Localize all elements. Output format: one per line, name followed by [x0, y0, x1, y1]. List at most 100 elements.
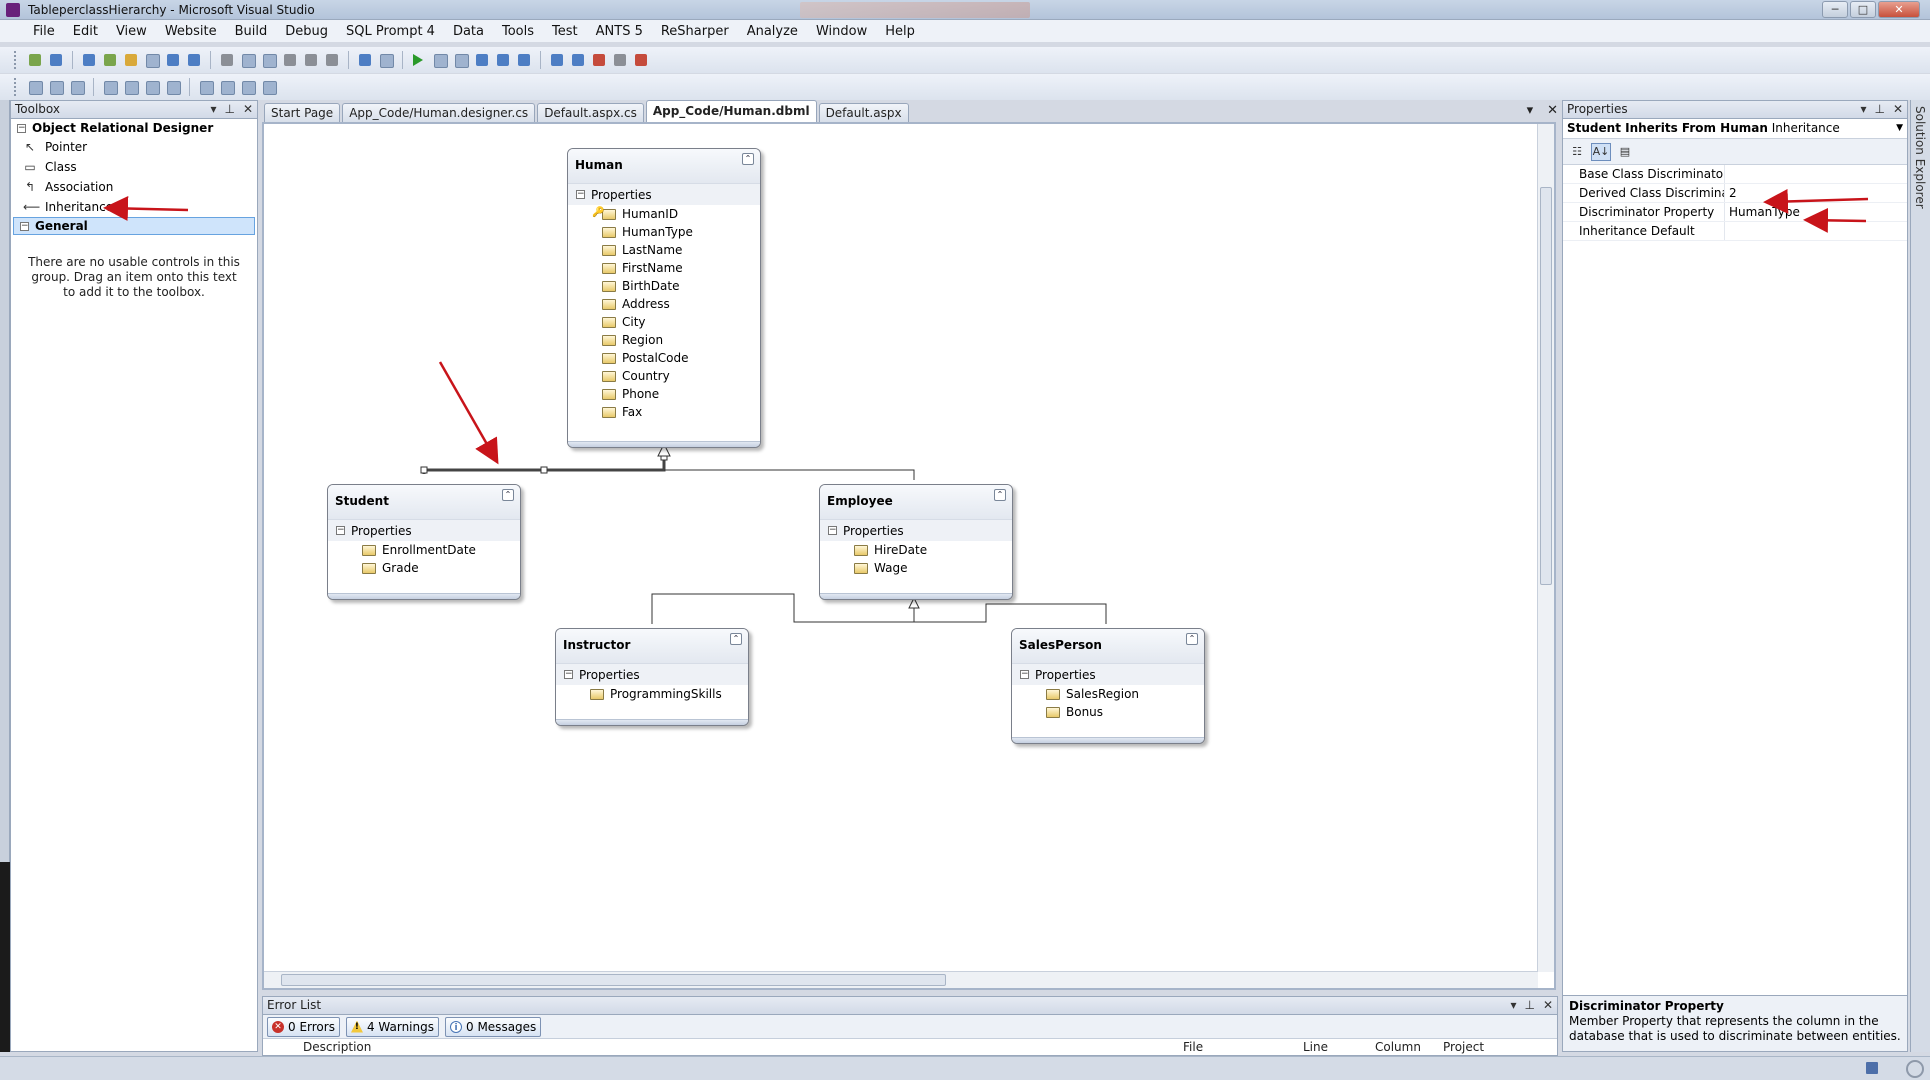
menu-edit[interactable]: Edit — [64, 24, 107, 39]
menu-help[interactable]: Help — [876, 24, 924, 39]
dbml-designer-surface[interactable]: Human ⌃ − Properties 🔑 HumanID HumanType … — [262, 122, 1556, 990]
entity-header[interactable]: Student ⌃ — [328, 485, 520, 519]
menu-test[interactable]: Test — [543, 24, 587, 39]
toolbox-icon[interactable] — [611, 51, 629, 69]
property-row[interactable]: Bonus — [1012, 703, 1204, 721]
property-row[interactable]: Wage — [820, 559, 1012, 577]
find-icon[interactable] — [281, 51, 299, 69]
same-height-icon[interactable] — [218, 78, 236, 96]
uncomment-icon[interactable] — [323, 51, 341, 69]
tab-start-page[interactable]: Start Page — [264, 103, 341, 122]
horizontal-scrollbar[interactable] — [264, 971, 1538, 988]
property-grid-value[interactable] — [1725, 222, 1729, 240]
entity-instructor[interactable]: Instructor ⌃ − Properties ProgrammingSki… — [555, 628, 749, 726]
save-icon[interactable] — [164, 51, 182, 69]
horizontal-scroll-thumb[interactable] — [281, 974, 946, 986]
column-column[interactable]: Column — [1375, 1040, 1421, 1054]
collapse-entity-icon[interactable]: ⌃ — [502, 489, 514, 501]
properties-dropdown-icon[interactable]: ▾ — [1860, 101, 1866, 118]
entity-salesperson[interactable]: SalesPerson ⌃ − Properties SalesRegion B… — [1011, 628, 1205, 744]
run-debug-icon[interactable] — [26, 51, 44, 69]
property-row[interactable]: Region — [568, 331, 760, 349]
property-row[interactable]: City — [568, 313, 760, 331]
toolbox-item-class[interactable]: ▭ Class — [11, 157, 257, 177]
menu-analyze[interactable]: Analyze — [738, 24, 807, 39]
new-project-icon[interactable] — [80, 51, 98, 69]
property-row[interactable]: LastName — [568, 241, 760, 259]
redo-icon[interactable] — [377, 51, 395, 69]
toolbox-group-general[interactable]: − General — [13, 217, 255, 235]
step-out-icon[interactable] — [515, 51, 533, 69]
align-bottoms-icon[interactable] — [164, 78, 182, 96]
step-over-icon[interactable] — [494, 51, 512, 69]
entity-student[interactable]: Student ⌃ − Properties EnrollmentDate Gr… — [327, 484, 521, 600]
errors-filter-button[interactable]: ✕ 0 Errors — [267, 1016, 340, 1037]
messages-filter-button[interactable]: i 0 Messages — [445, 1016, 542, 1037]
collapse-icon[interactable]: − — [828, 526, 837, 535]
align-lefts-icon[interactable] — [47, 78, 65, 96]
error-list-pin-icon[interactable]: ⊥ — [1524, 997, 1534, 1014]
selection-handle[interactable] — [420, 466, 428, 474]
collapse-entity-icon[interactable]: ⌃ — [742, 153, 754, 165]
property-grid-row[interactable]: Inheritance Default — [1563, 222, 1907, 241]
start-page-icon[interactable] — [632, 51, 650, 69]
property-grid-value[interactable]: 2 — [1725, 184, 1737, 202]
add-item-icon[interactable] — [143, 51, 161, 69]
properties-section[interactable]: − Properties — [568, 183, 760, 205]
property-row[interactable]: HumanType — [568, 223, 760, 241]
properties-section[interactable]: − Properties — [1012, 663, 1204, 685]
collapse-icon[interactable]: − — [17, 123, 26, 133]
column-project[interactable]: Project — [1443, 1040, 1484, 1054]
collapse-entity-icon[interactable]: ⌃ — [994, 489, 1006, 501]
close-window-button[interactable]: ✕ — [1878, 1, 1920, 18]
toolbox-item-pointer[interactable]: ↖ Pointer — [11, 137, 257, 157]
solution-explorer-icon[interactable] — [548, 51, 566, 69]
collapse-icon[interactable]: − — [1020, 670, 1029, 679]
entity-header[interactable]: Employee ⌃ — [820, 485, 1012, 519]
property-pages-icon[interactable]: ▤ — [1615, 143, 1635, 161]
copy-icon[interactable] — [239, 51, 257, 69]
chevron-down-icon[interactable]: ▼ — [1896, 119, 1903, 138]
property-row[interactable]: Phone — [568, 385, 760, 403]
collapse-entity-icon[interactable]: ⌃ — [730, 633, 742, 645]
menu-build[interactable]: Build — [226, 24, 277, 39]
horizontal-spacing-icon[interactable] — [260, 78, 278, 96]
property-row[interactable]: PostalCode — [568, 349, 760, 367]
entity-header[interactable]: SalesPerson ⌃ — [1012, 629, 1204, 663]
property-row[interactable]: EnrollmentDate — [328, 541, 520, 559]
properties-section[interactable]: − Properties — [820, 519, 1012, 541]
salesperson-inheritance-connector[interactable] — [914, 603, 1107, 624]
property-row[interactable]: FirstName — [568, 259, 760, 277]
collapse-icon[interactable]: − — [20, 221, 29, 231]
menu-window[interactable]: Window — [807, 24, 876, 39]
cut-icon[interactable] — [218, 51, 236, 69]
property-row[interactable]: ProgrammingSkills — [556, 685, 748, 703]
menu-ants[interactable]: ANTS 5 — [587, 24, 652, 39]
paste-icon[interactable] — [260, 51, 278, 69]
employee-inheritance-connector[interactable] — [664, 469, 915, 480]
comment-icon[interactable] — [302, 51, 320, 69]
tab-default-aspx-cs[interactable]: Default.aspx.cs — [537, 103, 644, 122]
object-browser-icon[interactable] — [590, 51, 608, 69]
error-list-close-icon[interactable]: ✕ — [1543, 997, 1553, 1014]
menu-data[interactable]: Data — [444, 24, 493, 39]
align-centers-icon[interactable] — [68, 78, 86, 96]
step-into-icon[interactable] — [473, 51, 491, 69]
new-website-icon[interactable] — [101, 51, 119, 69]
selection-handle[interactable] — [540, 466, 548, 474]
same-size-icon[interactable] — [239, 78, 257, 96]
property-grid-row[interactable]: Derived Class Discriminator 2 — [1563, 184, 1907, 203]
align-rights-icon[interactable] — [101, 78, 119, 96]
property-row[interactable]: Fax — [568, 403, 760, 421]
toolbar-grip[interactable] — [14, 78, 17, 96]
entity-human[interactable]: Human ⌃ − Properties 🔑 HumanID HumanType … — [567, 148, 761, 448]
pause-icon[interactable] — [431, 51, 449, 69]
categorized-icon[interactable]: ☷ — [1567, 143, 1587, 161]
toolbox-group-ord[interactable]: − Object Relational Designer — [11, 119, 257, 137]
property-grid-row[interactable]: Discriminator Property HumanType — [1563, 203, 1907, 222]
tab-list-dropdown-icon[interactable]: ▾ — [1527, 103, 1534, 118]
open-folder-icon[interactable] — [122, 51, 140, 69]
property-row[interactable]: Grade — [328, 559, 520, 577]
align-tops-icon[interactable] — [122, 78, 140, 96]
collapse-entity-icon[interactable]: ⌃ — [1186, 633, 1198, 645]
